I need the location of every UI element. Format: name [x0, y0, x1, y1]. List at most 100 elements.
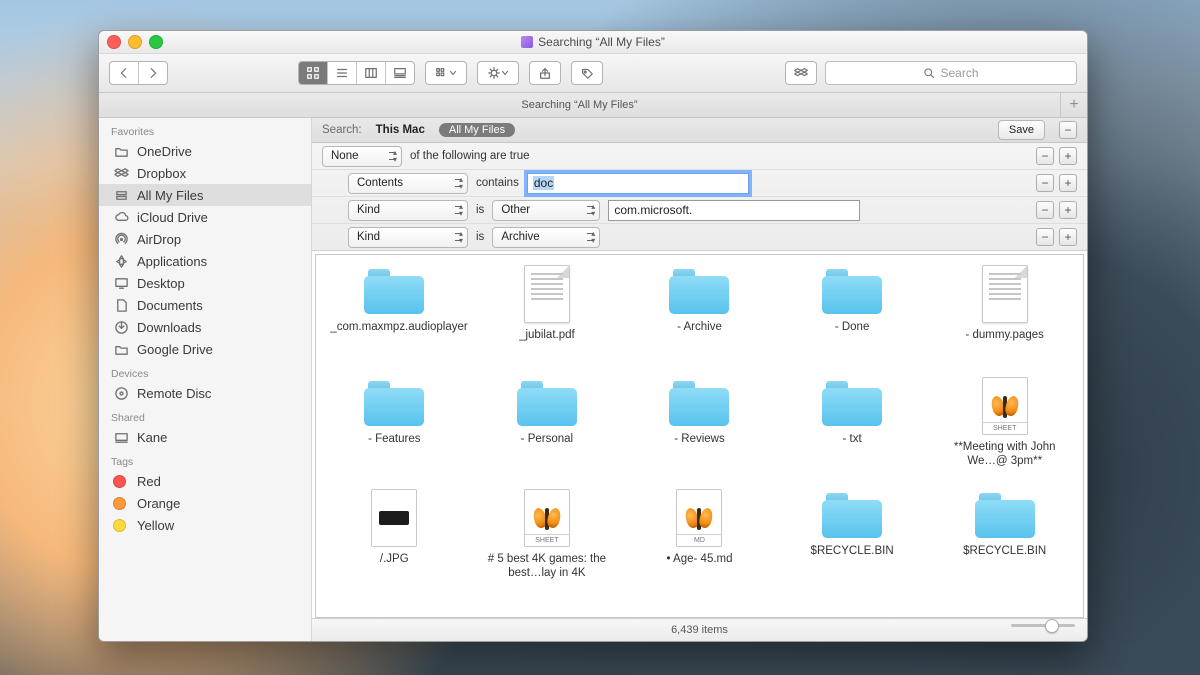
sidebar-item-label: Google Drive: [137, 342, 213, 357]
fullscreen-button[interactable]: [149, 35, 163, 49]
root-add-button[interactable]: +: [1059, 147, 1077, 165]
sidebar-item-kane[interactable]: Kane: [99, 426, 311, 448]
remove-criteria-button[interactable]: −: [1059, 121, 1077, 139]
back-button[interactable]: [110, 62, 139, 84]
result-item[interactable]: $RECYCLE.BIN: [930, 489, 1079, 599]
criteria-value-popup[interactable]: Archive▴▾: [492, 227, 600, 248]
root-remove-button[interactable]: −: [1036, 147, 1054, 165]
criteria-attribute-popup[interactable]: Kind▴▾: [348, 227, 468, 248]
view-icon-button[interactable]: [299, 62, 328, 84]
sheet-icon: SHEET: [982, 377, 1028, 435]
pdf-icon: [524, 265, 570, 323]
sidebar-item-label: Desktop: [137, 276, 185, 291]
sidebar-item-all-my-files[interactable]: All My Files: [99, 184, 311, 206]
result-item[interactable]: - Features: [320, 377, 469, 487]
sidebar-item-icloud-drive[interactable]: iCloud Drive: [99, 206, 311, 228]
result-item[interactable]: - Archive: [625, 265, 774, 375]
search-field[interactable]: Search: [825, 61, 1077, 85]
sidebar-item-label: Yellow: [137, 518, 174, 533]
tag-dot-icon: [113, 519, 126, 532]
tag-dot-icon: [113, 497, 126, 510]
tags-button[interactable]: [571, 61, 603, 85]
sheet-icon: SHEET: [524, 489, 570, 547]
minimize-button[interactable]: [128, 35, 142, 49]
result-item[interactable]: - Reviews: [625, 377, 774, 487]
folder-icon: [113, 341, 129, 357]
criteria-attribute-popup[interactable]: Kind▴▾: [348, 200, 468, 221]
result-item[interactable]: SHEET # 5 best 4K games: the best…lay in …: [473, 489, 622, 599]
sidebar-tag-orange[interactable]: Orange: [99, 492, 311, 514]
criteria-value-input[interactable]: com.microsoft.: [608, 200, 860, 221]
tab-bar: Searching “All My Files” +: [99, 93, 1087, 118]
criteria-add-button[interactable]: +: [1059, 174, 1077, 192]
arrange-button[interactable]: [425, 61, 467, 85]
sidebar-item-label: Applications: [137, 254, 207, 269]
search-criteria: None▴▾ of the following are true −+ Cont…: [312, 143, 1087, 251]
result-item[interactable]: MD• Age- 45.md: [625, 489, 774, 599]
sidebar-section-tags: Tags: [99, 448, 311, 470]
view-list-button[interactable]: [328, 62, 357, 84]
new-tab-button[interactable]: +: [1060, 93, 1087, 117]
result-item[interactable]: - txt: [778, 377, 927, 487]
disc-icon: [113, 385, 129, 401]
result-item[interactable]: /.JPG: [320, 489, 469, 599]
sidebar-item-desktop[interactable]: Desktop: [99, 272, 311, 294]
result-item[interactable]: _com.maxmpz.audioplayer: [320, 265, 469, 375]
view-coverflow-button[interactable]: [386, 62, 414, 84]
folder-icon: [517, 381, 577, 427]
sidebar-item-airdrop[interactable]: AirDrop: [99, 228, 311, 250]
result-item[interactable]: _jubilat.pdf: [473, 265, 622, 375]
sidebar-item-label: Dropbox: [137, 166, 186, 181]
root-compound-popup[interactable]: None▴▾: [322, 146, 402, 167]
sidebar-tag-yellow[interactable]: Yellow: [99, 514, 311, 536]
result-item[interactable]: - dummy.pages: [930, 265, 1079, 375]
criteria-remove-button[interactable]: −: [1036, 228, 1054, 246]
result-item-label: - Features: [368, 432, 420, 446]
pages-icon: [982, 265, 1028, 323]
sidebar-item-label: Orange: [137, 496, 180, 511]
folder-icon: [822, 493, 882, 539]
window-controls: [107, 35, 163, 49]
tab-search[interactable]: Searching “All My Files”: [99, 93, 1060, 117]
result-item-label: • Age- 45.md: [666, 552, 732, 566]
criteria-add-button[interactable]: +: [1059, 228, 1077, 246]
result-item[interactable]: - Personal: [473, 377, 622, 487]
sidebar-item-label: iCloud Drive: [137, 210, 208, 225]
icon-size-slider[interactable]: [1011, 624, 1075, 627]
result-item-label: _jubilat.pdf: [519, 328, 575, 342]
search-placeholder: Search: [940, 66, 978, 80]
sidebar-item-label: AirDrop: [137, 232, 181, 247]
sidebar-item-google-drive[interactable]: Google Drive: [99, 338, 311, 360]
result-item[interactable]: SHEET**Meeting with John We…@ 3pm**: [930, 377, 1079, 487]
criteria-attribute-popup[interactable]: Contents▴▾: [348, 173, 468, 194]
downloads-icon: [113, 319, 129, 335]
view-column-button[interactable]: [357, 62, 386, 84]
dropbox-toolbar-button[interactable]: [785, 61, 817, 85]
criteria-add-button[interactable]: +: [1059, 201, 1077, 219]
nav-buttons: [109, 61, 168, 85]
scope-all-my-files[interactable]: All My Files: [439, 123, 515, 137]
share-button[interactable]: [529, 61, 561, 85]
action-button[interactable]: [477, 61, 519, 85]
close-button[interactable]: [107, 35, 121, 49]
criteria-value-input[interactable]: doc: [527, 173, 749, 194]
sidebar-item-downloads[interactable]: Downloads: [99, 316, 311, 338]
criteria-remove-button[interactable]: −: [1036, 201, 1054, 219]
sidebar-tag-red[interactable]: Red: [99, 470, 311, 492]
result-item-label: # 5 best 4K games: the best…lay in 4K: [483, 552, 611, 581]
sidebar-item-applications[interactable]: Applications: [99, 250, 311, 272]
scope-this-mac[interactable]: This Mac: [376, 124, 425, 136]
status-bar: 6,439 items: [312, 618, 1087, 641]
folder-icon: [975, 493, 1035, 539]
result-item[interactable]: $RECYCLE.BIN: [778, 489, 927, 599]
forward-button[interactable]: [139, 62, 167, 84]
sidebar-item-onedrive[interactable]: OneDrive: [99, 140, 311, 162]
sidebar-item-documents[interactable]: Documents: [99, 294, 311, 316]
criteria-remove-button[interactable]: −: [1036, 174, 1054, 192]
criteria-value-popup[interactable]: Other▴▾: [492, 200, 600, 221]
result-item[interactable]: - Done: [778, 265, 927, 375]
save-search-button[interactable]: Save: [998, 120, 1045, 140]
results-area[interactable]: _com.maxmpz.audioplayer _jubilat.pdf - Arc…: [315, 254, 1084, 618]
sidebar-item-remote-disc[interactable]: Remote Disc: [99, 382, 311, 404]
sidebar-item-dropbox[interactable]: Dropbox: [99, 162, 311, 184]
